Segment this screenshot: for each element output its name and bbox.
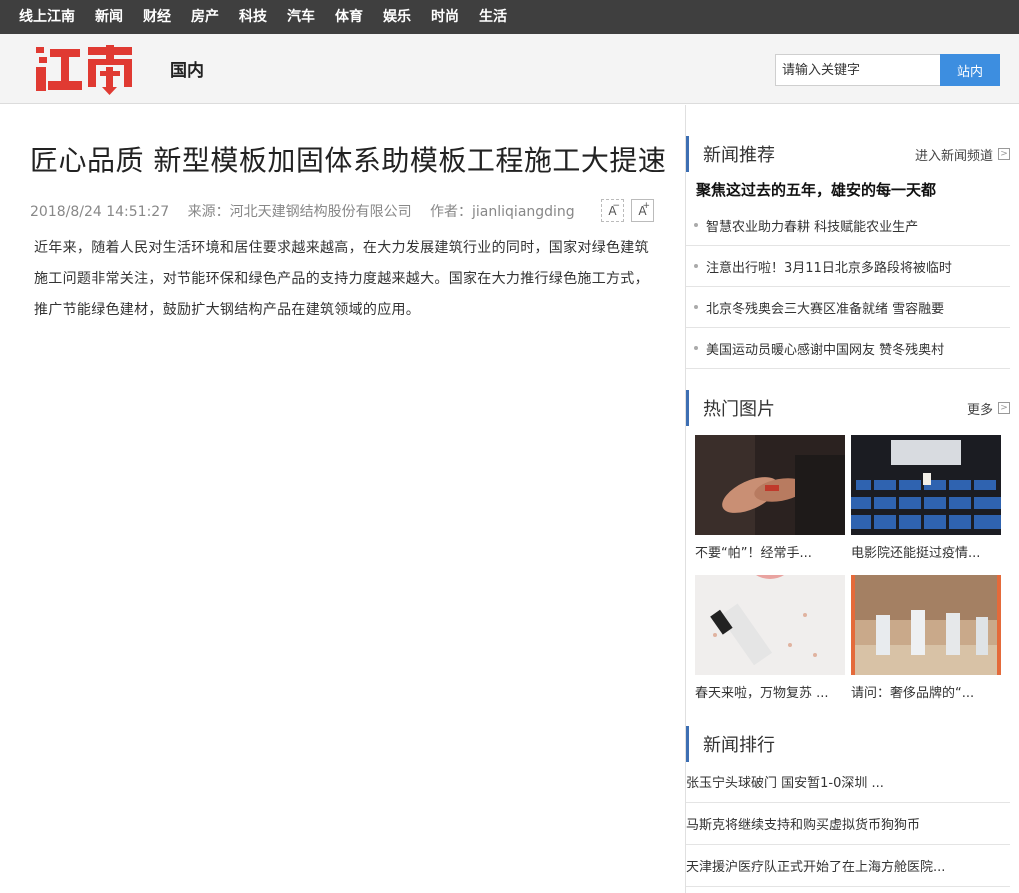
hot-pics-title: 热门图片 [703, 399, 775, 420]
list-item-label: 注意出行啦！3月11日北京多路段将被临时 [706, 260, 952, 276]
bullet-icon [694, 305, 698, 309]
news-rec-header: 新闻推荐 进入新闻频道 > [686, 136, 1019, 172]
pic-card[interactable]: 电影院还能挺过疫情... [851, 435, 1001, 561]
section-title: 国内 [170, 61, 204, 81]
search-button[interactable]: 站内 [940, 54, 1000, 86]
site-header: 国内 站内 [0, 34, 1019, 104]
pic-card[interactable]: 不要“帕”！经常手... [695, 435, 845, 561]
ranking-title: 新闻排行 [703, 735, 775, 756]
nav-item-auto[interactable]: 汽车 [287, 0, 315, 34]
list-item[interactable]: 美国运动员暖心感谢中国网友 赞冬残奥村 [686, 328, 1010, 369]
news-channel-label: 进入新闻频道 [914, 148, 993, 164]
bullet-icon [694, 223, 698, 227]
news-rec-headline[interactable]: 聚焦这过去的五年，雄安的每一天都 [696, 179, 936, 200]
list-item[interactable]: 智慧农业助力春耕 科技赋能农业生产 [686, 205, 1010, 246]
nav-item-ent[interactable]: 娱乐 [383, 0, 411, 34]
pic-caption: 请问：奢侈品牌的“... [851, 686, 975, 701]
font-increase-button[interactable]: A + [631, 199, 654, 222]
list-item[interactable]: 马斯克将继续支持和购买虚拟货币狗狗币 [686, 803, 1010, 845]
list-item[interactable]: 天津援沪医疗队正式开始了在上海方舱医院... [686, 845, 1010, 887]
article-title: 匠心品质 新型模板加固体系助模板工程施工大提速 [30, 144, 667, 177]
list-item[interactable]: 北京冬残奥会三大赛区准备就绪 雪容融要 [686, 287, 1010, 328]
list-item-label: 智慧农业助力春耕 科技赋能农业生产 [706, 219, 919, 235]
article-source: 来源：河北天建钢结构股份有限公司 [187, 204, 412, 220]
list-item[interactable]: 注意出行啦！3月11日北京多路段将被临时 [686, 246, 1010, 287]
search-input[interactable] [775, 54, 940, 86]
pic-card[interactable]: 春天来啦，万物复苏 ... [695, 551, 845, 701]
plus-icon: + [642, 201, 650, 211]
list-item[interactable]: 张玉宁头球破门 国安暂1-0深圳 ... [686, 761, 1010, 803]
nav-item-house[interactable]: 房产 [191, 0, 219, 34]
list-item-label: 北京冬残奥会三大赛区准备就绪 雪容融要 [706, 301, 945, 317]
site-logo[interactable] [36, 45, 136, 95]
photo-cinema [851, 435, 1001, 535]
article-date: 2018/8/24 14:51:27 [30, 204, 170, 220]
chevron-right-icon: > [998, 148, 1010, 160]
search-bar: 站内 [775, 54, 1000, 86]
pic-caption: 不要“帕”！经常手... [695, 546, 812, 561]
nav-item-life[interactable]: 生活 [479, 0, 507, 34]
photo-fashion [851, 575, 1001, 675]
bullet-icon [694, 264, 698, 268]
hot-pics-header: 热门图片 更多 > [686, 390, 1019, 426]
list-item-label: 美国运动员暖心感谢中国网友 赞冬残奥村 [706, 342, 945, 358]
news-channel-link[interactable]: 进入新闻频道 > [915, 145, 1010, 164]
photo-spring [695, 551, 845, 675]
nav-item-tech[interactable]: 科技 [239, 0, 267, 34]
nav-item-news[interactable]: 新闻 [95, 0, 123, 34]
news-rec-title: 新闻推荐 [703, 145, 775, 166]
font-size-controls: A − A + [601, 199, 654, 222]
sidebar: 新闻推荐 进入新闻频道 > 聚焦这过去的五年，雄安的每一天都 智慧农业助力春耕 … [685, 105, 1019, 893]
article-main: 匠心品质 新型模板加固体系助模板工程施工大提速 2018/8/24 14:51:… [0, 105, 686, 893]
ranking-header: 新闻排行 [686, 726, 1019, 762]
article-meta: 2018/8/24 14:51:27 来源：河北天建钢结构股份有限公司 作者：j… [30, 201, 589, 221]
pic-card[interactable]: 请问：奢侈品牌的“... [851, 575, 1001, 701]
photo-hands [695, 435, 845, 535]
bullet-icon [694, 346, 698, 350]
nav-item-fashion[interactable]: 时尚 [431, 0, 459, 34]
article-author: 作者：jianliqiangding [430, 204, 575, 220]
chevron-right-icon: > [998, 402, 1010, 414]
nav-item-home[interactable]: 线上江南 [19, 0, 75, 34]
font-decrease-button[interactable]: A − [601, 199, 624, 222]
pic-caption: 电影院还能挺过疫情... [851, 546, 981, 561]
pic-caption: 春天来啦，万物复苏 ... [695, 686, 829, 701]
hot-pics-more-link[interactable]: 更多 > [967, 399, 1010, 418]
hot-pics-more-label: 更多 [966, 402, 993, 418]
nav-item-finance[interactable]: 财经 [143, 0, 171, 34]
nav-item-sports[interactable]: 体育 [335, 0, 363, 34]
minus-icon: − [612, 201, 620, 211]
article-body: 近年来，随着人民对生活环境和居住要求越来越高，在大力发展建筑行业的同时，国家对绿… [34, 240, 649, 318]
news-rec-list: 智慧农业助力春耕 科技赋能农业生产 注意出行啦！3月11日北京多路段将被临时 北… [686, 205, 1010, 369]
ranking-list: 张玉宁头球破门 国安暂1-0深圳 ... 马斯克将继续支持和购买虚拟货币狗狗币 … [686, 761, 1010, 887]
top-nav: 线上江南 新闻 财经 房产 科技 汽车 体育 娱乐 时尚 生活 [0, 0, 1019, 34]
